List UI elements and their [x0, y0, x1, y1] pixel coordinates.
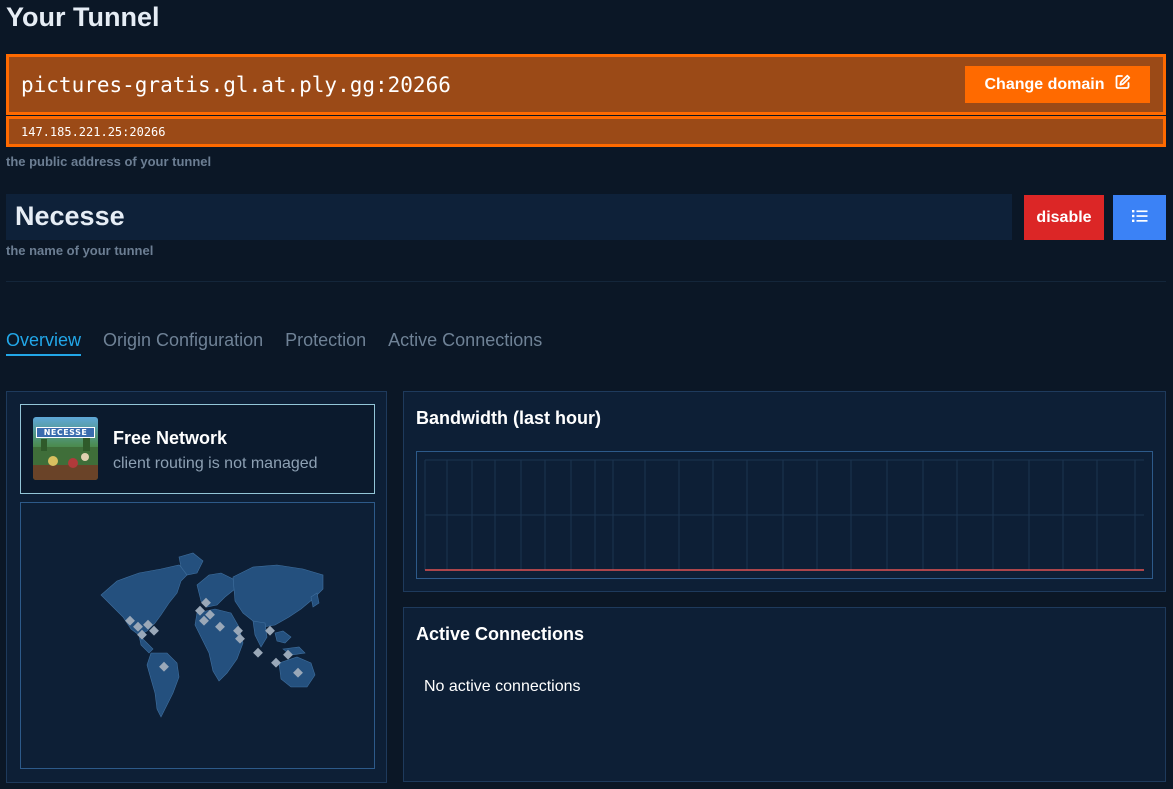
network-title: Free Network — [113, 428, 228, 448]
divider — [6, 281, 1166, 282]
connections-empty-message: No active connections — [424, 678, 581, 695]
world-map — [20, 502, 375, 769]
bandwidth-panel: Bandwidth (last hour) — [403, 391, 1166, 592]
disable-button[interactable]: disable — [1024, 195, 1104, 240]
address-hint: the public address of your tunnel — [6, 154, 212, 169]
tunnel-ip[interactable]: 147.185.221.25:20266 — [21, 125, 166, 139]
network-panel: NECESSE Free Network client routing is n… — [6, 391, 387, 783]
list-icon — [1131, 209, 1148, 226]
connections-panel: Active Connections No active connections — [403, 607, 1166, 782]
change-domain-label: Change domain — [984, 75, 1105, 93]
world-map-graphic — [100, 552, 324, 718]
tunnel-name-field[interactable]: Necesse — [6, 194, 1012, 240]
tunnel-name: Necesse — [15, 201, 125, 231]
game-thumbnail: NECESSE — [33, 417, 98, 480]
ip-box: 147.185.221.25:20266 — [6, 116, 1166, 147]
tab-origin-configuration[interactable]: Origin Configuration — [103, 330, 263, 356]
game-thumbnail-label: NECESSE — [36, 427, 95, 438]
tab-protection[interactable]: Protection — [285, 330, 366, 356]
bandwidth-chart — [416, 451, 1153, 579]
network-subtitle: client routing is not managed — [113, 455, 318, 472]
bandwidth-title: Bandwidth (last hour) — [416, 408, 601, 428]
network-card[interactable]: NECESSE Free Network client routing is n… — [20, 404, 375, 494]
list-button[interactable] — [1113, 195, 1166, 240]
domain-box: pictures-gratis.gl.at.ply.gg:20266 Chang… — [6, 54, 1166, 115]
name-hint: the name of your tunnel — [6, 243, 154, 258]
edit-icon — [1115, 74, 1131, 95]
tab-overview[interactable]: Overview — [6, 330, 82, 356]
connections-title: Active Connections — [416, 624, 585, 644]
change-domain-button[interactable]: Change domain — [965, 66, 1150, 103]
tunnel-domain[interactable]: pictures-gratis.gl.at.ply.gg:20266 — [21, 73, 451, 97]
tab-bar: Overview Origin Configuration Protection… — [6, 330, 542, 356]
page-title: Your Tunnel — [6, 2, 160, 32]
bandwidth-chart-graphic — [424, 459, 1144, 571]
tab-active-connections[interactable]: Active Connections — [388, 330, 542, 356]
